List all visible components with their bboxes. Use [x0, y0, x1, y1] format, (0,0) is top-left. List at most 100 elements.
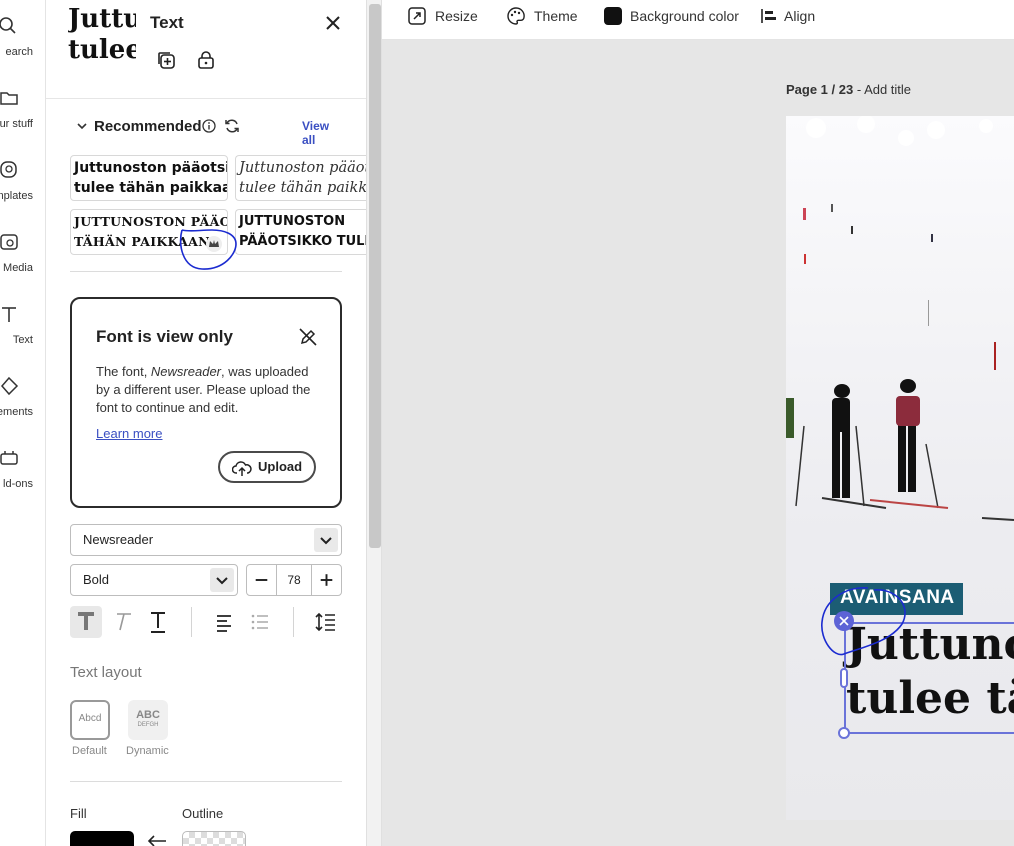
add-ons-icon: [0, 451, 18, 465]
rail-label: mplates: [0, 190, 33, 202]
divider: [293, 607, 294, 637]
refresh-icon[interactable]: [224, 118, 240, 134]
close-icon[interactable]: [322, 12, 344, 34]
recommended-header: Recommended View all: [76, 116, 342, 147]
notice-title: Font is view only: [96, 327, 233, 346]
rail-label: ur stuff: [0, 118, 33, 130]
bold-button[interactable]: [70, 606, 102, 638]
duplicate-icon[interactable]: [156, 50, 176, 70]
chevron-down-icon: [314, 528, 338, 552]
rail-templates[interactable]: mplates: [0, 150, 46, 212]
text-panel: Juttu tulee Text Recommended View all Ju…: [46, 0, 366, 846]
tile-line: Juttunoston pääotsikko: [74, 160, 227, 176]
scrollbar-thumb[interactable]: [369, 4, 381, 548]
upload-button[interactable]: Upload: [218, 451, 316, 483]
align-left-button[interactable]: [208, 606, 240, 638]
page-label: Page 1 / 23 - Add title: [786, 82, 912, 97]
layout-sample: Abcd: [78, 713, 102, 724]
decrease-size-button[interactable]: [247, 565, 277, 595]
preview-line: Juttu: [68, 4, 136, 34]
background-color-swatch: [604, 7, 622, 25]
palette-icon: [507, 7, 525, 25]
theme-button[interactable]: Theme: [507, 5, 587, 27]
panel-title: Text: [150, 13, 184, 32]
layout-dynamic-label: Dynamic: [126, 745, 169, 757]
resize-button[interactable]: Resize: [408, 5, 502, 27]
rotate-handle[interactable]: [834, 611, 854, 631]
layout-dynamic-option[interactable]: ABC DEFGH: [128, 700, 168, 740]
resize-handle[interactable]: [838, 727, 850, 739]
recommended-title: Recommended: [94, 118, 202, 135]
chevron-down-icon: [210, 568, 234, 592]
rail-text[interactable]: Text: [0, 294, 46, 356]
learn-more-link[interactable]: Learn more: [96, 426, 162, 441]
theme-label: Theme: [534, 8, 578, 24]
text-bold-icon: [78, 612, 94, 630]
text-underline-icon: [151, 612, 165, 633]
italic-button[interactable]: [106, 606, 138, 638]
top-toolbar: Resize Theme Background color Align: [382, 0, 1014, 40]
font-weight-select[interactable]: Bold: [70, 564, 238, 596]
lock-icon[interactable]: [196, 50, 216, 70]
rail-elements[interactable]: ements: [0, 366, 46, 428]
background-color-label: Background color: [630, 8, 739, 24]
add-title-link[interactable]: Add title: [864, 82, 911, 97]
rail-label: earch: [5, 46, 33, 58]
tile-line: tulee tähän paikkaan: [74, 180, 228, 196]
font-suggestion-tile[interactable]: Juttunoston pääotsikko tulee tähän paikk…: [235, 155, 366, 201]
preview-line: tulee: [68, 35, 136, 65]
tile-line: tulee tähän paikkaan: [239, 180, 366, 196]
divider: [70, 271, 342, 272]
fill-color-swatch[interactable]: [70, 831, 134, 846]
layout-sample: ABC: [136, 709, 160, 721]
layout-default-option[interactable]: Abcd: [70, 700, 110, 740]
rail-add-ons[interactable]: ld-ons: [0, 438, 46, 500]
info-icon[interactable]: [202, 119, 216, 133]
align-label: Align: [784, 8, 816, 24]
font-suggestion-tile[interactable]: JUTTUNOSTON PÄÄOTSIKKO TULEE: [235, 209, 366, 255]
keyword-text: AVAINSANA: [840, 587, 955, 608]
left-rail: earch ur stuff mplates Media Text ements…: [0, 0, 46, 846]
tile-line: Juttunoston pääotsikko: [239, 160, 366, 176]
tile-line: JUTTUNOSTON: [239, 214, 346, 229]
rail-search[interactable]: earch: [0, 6, 46, 68]
page-canvas[interactable]: AVAINSANA Juttunoston tulee tähän: [786, 116, 1014, 820]
media-icon: [0, 234, 18, 250]
search-icon: [0, 17, 16, 34]
outline-color-swatch[interactable]: [182, 831, 246, 846]
tile-line: JUTTUNOSTON PÄÄOTSIKKO: [74, 214, 227, 229]
selection-box: [844, 622, 1014, 734]
tile-line: TÄHÄN PAIKKAAN: [74, 234, 210, 249]
templates-icon: [0, 161, 17, 178]
font-size-value[interactable]: 78: [277, 565, 311, 595]
rail-your-stuff[interactable]: ur stuff: [0, 78, 46, 140]
panel-scrollbar[interactable]: [366, 0, 382, 846]
align-left-icon: [217, 615, 231, 632]
side-handle[interactable]: [840, 668, 848, 688]
increase-size-button[interactable]: [311, 565, 341, 595]
font-suggestion-tile[interactable]: JUTTUNOSTON PÄÄOTSIKKO TÄHÄN PAIKKAAN: [70, 209, 228, 255]
divider: [46, 98, 366, 99]
font-family-select[interactable]: Newsreader: [70, 524, 342, 556]
rail-media[interactable]: Media: [0, 222, 46, 284]
line-spacing-button[interactable]: [310, 606, 342, 638]
align-button[interactable]: Align: [760, 5, 830, 27]
chevron-down-icon[interactable]: [76, 120, 88, 132]
view-all-link[interactable]: View all: [302, 119, 342, 147]
underline-button[interactable]: [142, 606, 174, 638]
rotate-icon: [839, 616, 849, 626]
canvas-workspace: Resize Theme Background color Align Page…: [382, 0, 1014, 846]
swap-arrow-icon[interactable]: [146, 834, 168, 846]
align-icon: [761, 9, 776, 23]
bullet-list-button[interactable]: [244, 606, 276, 638]
font-size-stepper: 78: [246, 564, 342, 596]
rail-label: ements: [0, 406, 33, 418]
background-color-button[interactable]: Background color: [604, 5, 744, 27]
folder-icon: [0, 92, 18, 105]
line-spacing-icon: [315, 612, 335, 632]
divider: [70, 781, 342, 782]
premium-crown-icon: [206, 236, 222, 252]
divider: [191, 607, 192, 637]
font-suggestion-tile[interactable]: Juttunoston pääotsikko tulee tähän paikk…: [70, 155, 228, 201]
notice-body: The font, Newsreader, was uploaded by a …: [96, 364, 311, 415]
